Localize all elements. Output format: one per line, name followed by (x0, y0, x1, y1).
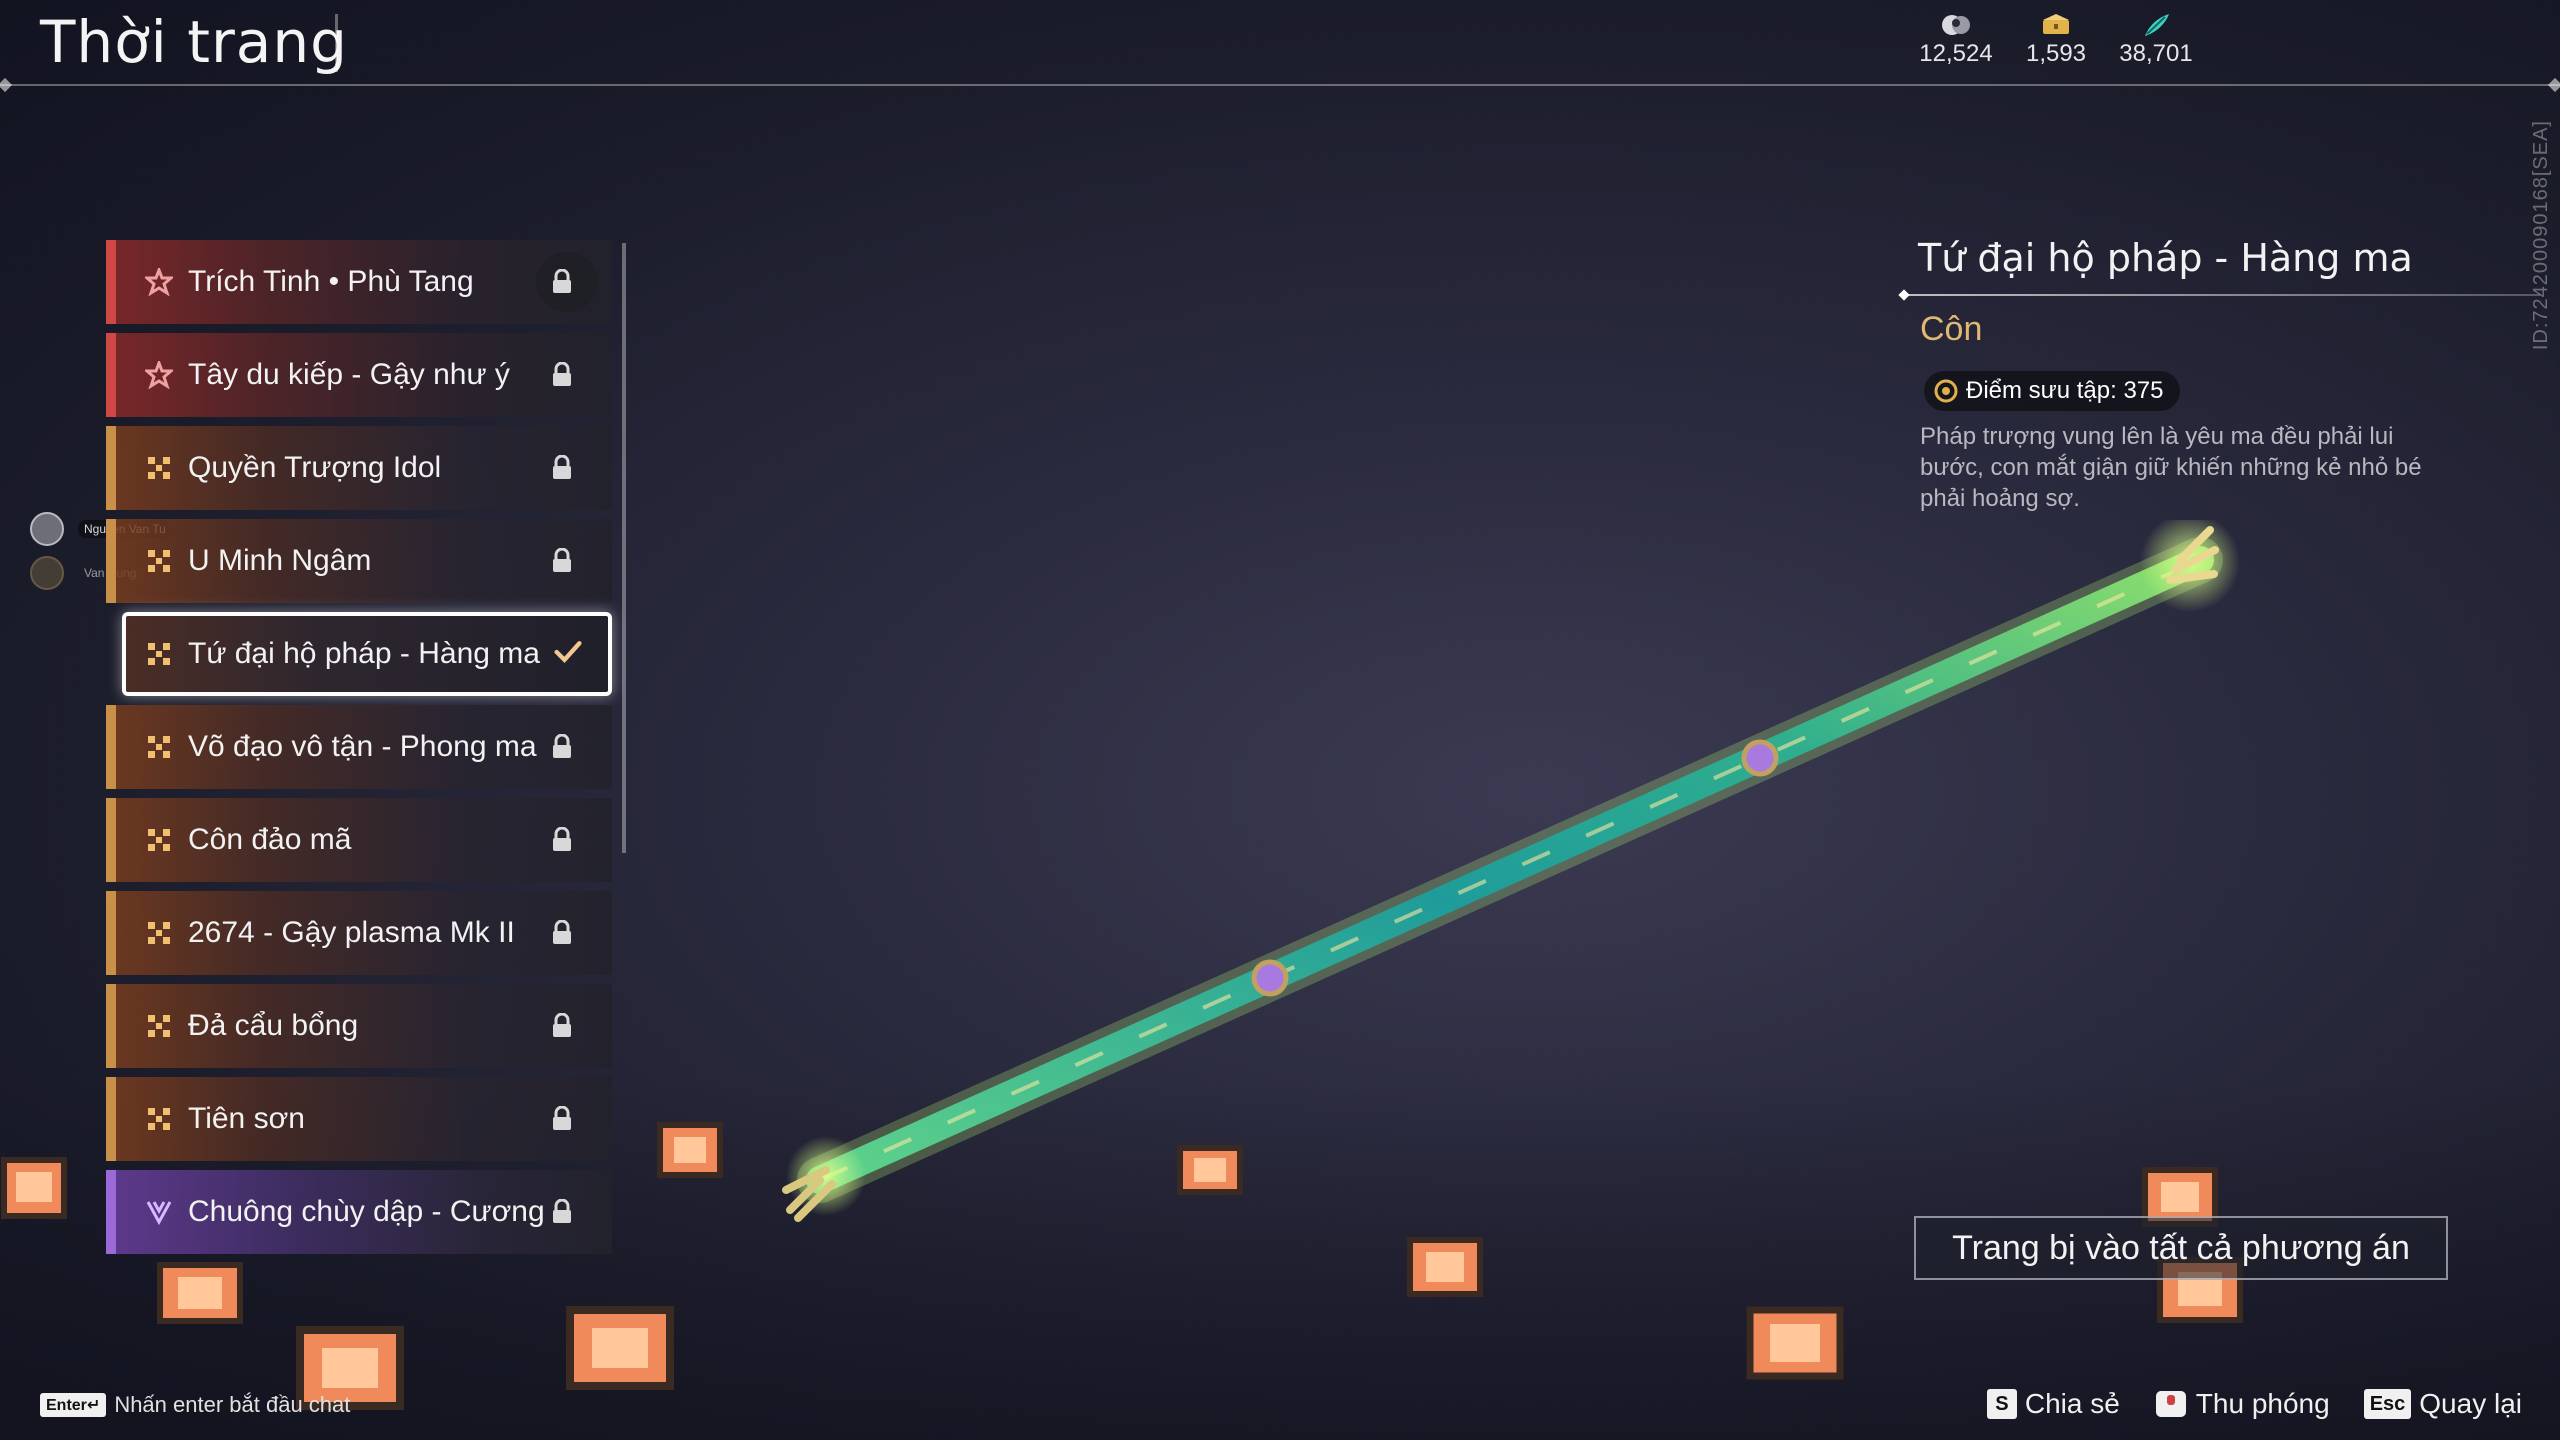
lock-icon (548, 731, 576, 763)
back-label: Quay lại (2419, 1388, 2522, 1419)
collect-points-text: Điểm sưu tập: 375 (1966, 377, 2164, 404)
zoom-label: Thu phóng (2195, 1388, 2330, 1419)
lock-icon (548, 1103, 576, 1135)
lock-icon (548, 917, 576, 949)
share-button[interactable]: S Chia sẻ (1986, 1388, 2120, 1420)
item-detail-panel: Tứ đại hộ pháp - Hàng ma Côn Điểm sưu tậ… (1900, 236, 2540, 514)
list-item-label: Tứ đại hộ pháp - Hàng ma (188, 637, 540, 670)
mouse-wheel-icon (2155, 1391, 2186, 1417)
enter-key-icon: Enter↵ (40, 1393, 107, 1417)
list-item-selected[interactable]: Tứ đại hộ pháp - Hàng ma (122, 612, 612, 696)
back-button[interactable]: Esc Quay lại (2363, 1388, 2522, 1420)
collect-points-badge: Điểm sưu tập: 375 (1924, 371, 2180, 411)
list-item-label: Tiên sơn (188, 1102, 305, 1135)
lock-icon (548, 1010, 576, 1042)
list-item-label: 2674 - Gậy plasma Mk II (188, 916, 515, 949)
list-item-label: Côn đảo mã (188, 823, 352, 856)
checkmark-icon (554, 636, 582, 668)
list-item[interactable]: Chuông chùy dập - Cương (106, 1170, 612, 1254)
item-type: Côn (1920, 310, 1983, 348)
lantern-decoration (1407, 1237, 1483, 1297)
list-item[interactable]: Tiên sơn (106, 1077, 612, 1161)
lock-icon (548, 359, 576, 391)
lantern-decoration (1746, 1306, 1844, 1380)
currency-chest-value: 1,593 (2025, 40, 2087, 67)
list-item-label: Trích Tinh • Phù Tang (188, 265, 474, 298)
avatar (30, 512, 64, 546)
list-item[interactable]: 2674 - Gậy plasma Mk II (106, 891, 612, 975)
lock-icon (548, 452, 576, 484)
top-bar: Thời trang 12,524 1,593 38,701 (0, 0, 2560, 86)
chat-hint[interactable]: Enter↵ Nhấn enter bắt đầu chat (40, 1392, 350, 1418)
rarity-purple-icon (144, 1197, 174, 1227)
list-item-label: Chuông chùy dập - Cương (188, 1195, 545, 1228)
list-item[interactable]: Quyền Trượng Idol (106, 426, 612, 510)
list-item[interactable]: U Minh Ngâm (106, 519, 612, 603)
list-scrollbar[interactable] (622, 243, 626, 853)
currency-bar: 12,524 1,593 38,701 (1919, 12, 2193, 68)
rarity-gold-icon (144, 825, 174, 855)
lock-icon (548, 545, 576, 577)
footer-actions: S Chia sẻ Thu phóng Esc Quay lại (1986, 1388, 2522, 1420)
lock-icon (548, 1196, 576, 1228)
item-title: Tứ đại hộ pháp - Hàng ma (1918, 236, 2413, 280)
header-divider (0, 84, 2560, 86)
rarity-gold-icon (144, 1011, 174, 1041)
lock-icon (548, 266, 576, 298)
list-item-label: Tây du kiếp - Gậy như ý (188, 358, 510, 391)
rarity-gold-icon (144, 453, 174, 483)
currency-moon: 12,524 (1919, 12, 1993, 68)
feather-coin-icon (2145, 14, 2169, 36)
lantern-decoration (1, 1157, 67, 1219)
chat-hint-text: Nhấn enter bắt đầu chat (114, 1392, 351, 1417)
page-title: Thời trang (40, 8, 348, 76)
rarity-gold-icon (144, 546, 174, 576)
staff-weapon-preview[interactable] (780, 520, 2240, 1240)
rarity-red-icon (144, 267, 174, 297)
rarity-gold-icon (144, 639, 174, 669)
lantern-decoration (657, 1122, 723, 1178)
list-item-label: U Minh Ngâm (188, 544, 372, 577)
rarity-gold-icon (144, 1104, 174, 1134)
list-item[interactable]: Côn đảo mã (106, 798, 612, 882)
esc-key-icon: Esc (2363, 1389, 2412, 1419)
chest-coin-icon (2043, 14, 2069, 34)
list-item-label: Võ đạo vô tận - Phong ma (188, 730, 537, 763)
moon-coin-icon (1942, 15, 1970, 35)
lock-icon (548, 824, 576, 856)
zoom-button[interactable]: Thu phóng (2154, 1388, 2330, 1420)
list-item[interactable]: Trích Tinh • Phù Tang (106, 240, 612, 324)
list-item[interactable]: Võ đạo vô tận - Phong ma (106, 705, 612, 789)
equip-all-button[interactable]: Trang bị vào tất cả phương án (1914, 1216, 2448, 1280)
rarity-gold-icon (144, 918, 174, 948)
outfit-item-list[interactable]: Trích Tinh • Phù Tang Tây du kiếp - Gậy … (106, 240, 626, 1280)
list-item-label: Đả cẩu bổng (188, 1009, 359, 1042)
currency-moon-value: 12,524 (1919, 40, 1993, 67)
rarity-gold-icon (144, 732, 174, 762)
list-item[interactable]: Tây du kiếp - Gậy như ý (106, 333, 612, 417)
detail-divider (1900, 294, 2540, 296)
currency-feather-value: 38,701 (2119, 40, 2193, 67)
lantern-decoration (566, 1306, 674, 1390)
currency-chest: 1,593 (2020, 12, 2092, 68)
currency-feather: 38,701 (2119, 12, 2193, 68)
item-description: Pháp trượng vung lên là yêu ma đều phải … (1920, 423, 2422, 512)
list-item-label: Quyền Trượng Idol (188, 451, 442, 484)
share-label: Chia sẻ (2024, 1388, 2120, 1419)
avatar (30, 556, 64, 590)
rarity-red-icon (144, 360, 174, 390)
s-key-icon: S (1986, 1389, 2017, 1419)
collect-points-icon (1934, 379, 1958, 403)
list-item[interactable]: Đả cẩu bổng (106, 984, 612, 1068)
title-divider (335, 14, 338, 72)
